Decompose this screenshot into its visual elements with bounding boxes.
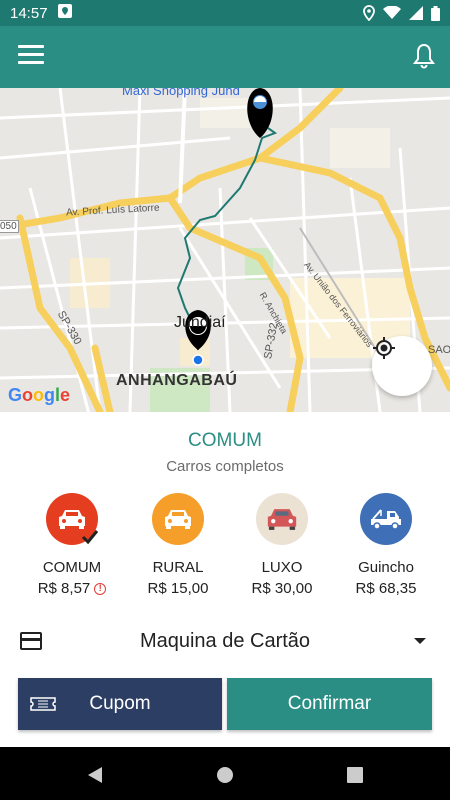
notification-app-icon (57, 4, 72, 22)
map-label-jundiai: Jundiaí (174, 314, 226, 331)
vehicle-option-comum[interactable]: COMUM R$ 8,57! (22, 493, 122, 597)
navigation-bar (0, 747, 450, 800)
car-icon (165, 510, 191, 529)
vehicle-option-luxo[interactable]: LUXO R$ 30,00 (232, 493, 332, 597)
selected-check-icon (81, 530, 99, 545)
map-label-anhangabau: ANHANGABAÚ (116, 372, 238, 389)
wifi-icon (383, 6, 401, 19)
vehicle-comum-name: COMUM (42, 559, 102, 576)
confirm-button-label: Confirmar (287, 693, 372, 714)
my-location-button[interactable] (372, 336, 432, 396)
map-label-shopping: Maxi Shopping Jund (122, 88, 240, 98)
payment-method-select[interactable]: Maquina de Cartão (0, 622, 450, 666)
ticket-icon (30, 697, 56, 711)
payment-method-label: Maquina de Cartão (139, 630, 311, 652)
map-label-sao: SAO (428, 344, 450, 356)
vehicle-option-rural[interactable]: RURAL R$ 15,00 (128, 493, 228, 597)
service-title: COMUM (188, 430, 262, 451)
vehicle-rural-price: R$ 15,00 (147, 580, 209, 597)
vehicle-comum-price-row: R$ 8,57! (22, 580, 122, 597)
crosshair-icon (373, 337, 395, 359)
map-label-road-050: 050 (0, 220, 19, 233)
confirm-button[interactable]: Confirmar (227, 678, 432, 730)
battery-icon (431, 5, 440, 21)
vehicle-rural-circle (152, 493, 204, 545)
app-bar (0, 26, 450, 88)
vehicle-guincho-name: Guincho (358, 559, 414, 576)
vehicle-comum-price: R$ 8,57 (37, 580, 91, 597)
service-subtitle: Carros completos (166, 458, 284, 475)
signal-icon (409, 6, 423, 20)
map-view[interactable]: Maxi Shopping Jund Av. Prof. Luís Latorr… (0, 88, 450, 412)
recents-icon[interactable] (346, 766, 364, 784)
vehicle-rural-name: RURAL (152, 559, 204, 576)
dropdown-arrow-icon (414, 638, 426, 644)
vehicle-luxo-price: R$ 30,00 (251, 580, 313, 597)
google-logo: Google (8, 385, 71, 405)
info-icon[interactable]: ! (94, 583, 107, 595)
status-bar: 14:57 (0, 0, 450, 26)
menu-icon[interactable] (18, 45, 44, 69)
bell-icon[interactable] (412, 42, 436, 70)
status-time: 14:57 (10, 4, 48, 22)
car-icon (267, 509, 297, 530)
location-icon (363, 5, 375, 21)
cupom-button[interactable]: Cupom (18, 678, 222, 730)
vehicle-option-guincho[interactable]: Guincho R$ 68,35 (336, 493, 436, 597)
status-icons (363, 5, 440, 21)
vehicle-luxo-circle (256, 493, 308, 545)
home-icon[interactable] (216, 766, 234, 784)
vehicle-guincho-circle (360, 493, 412, 545)
vehicle-comum-circle (46, 493, 99, 545)
vehicle-options: COMUM R$ 8,57! RURAL R$ 15,00 LUXO R$ 30… (0, 493, 450, 603)
cupom-button-label: Cupom (89, 693, 151, 714)
vehicle-guincho-price: R$ 68,35 (355, 580, 417, 597)
back-icon[interactable] (86, 766, 104, 784)
tow-truck-icon (371, 509, 401, 530)
vehicle-luxo-name: LUXO (261, 559, 303, 576)
